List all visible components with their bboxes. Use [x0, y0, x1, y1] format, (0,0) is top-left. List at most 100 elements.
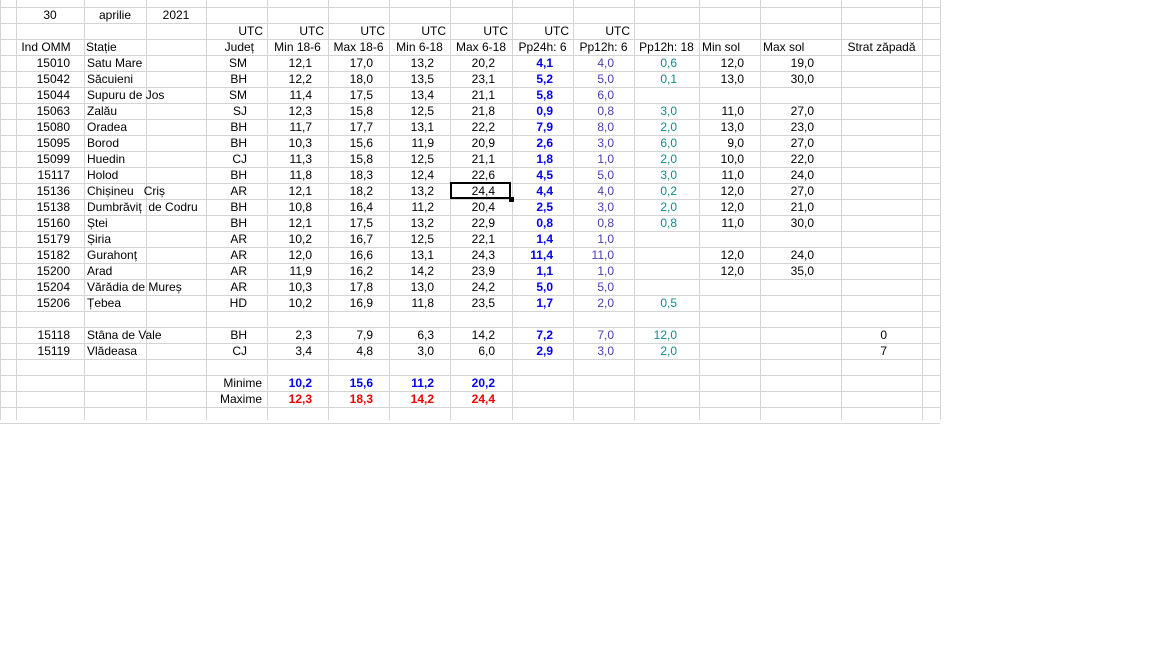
utc-label[interactable]: UTC	[512, 23, 569, 39]
table-cell[interactable]: Borod	[87, 135, 207, 151]
table-cell[interactable]: 13,4	[389, 87, 434, 103]
utc-label[interactable]: UTC	[450, 23, 508, 39]
utc-label[interactable]: UTC	[206, 23, 263, 39]
table-cell[interactable]: 10,2	[267, 231, 312, 247]
table-cell[interactable]: 14,2	[450, 327, 495, 343]
table-cell[interactable]: 23,1	[450, 71, 495, 87]
table-cell[interactable]: 5,0	[512, 279, 553, 295]
table-cell[interactable]: 13,1	[389, 247, 434, 263]
table-cell[interactable]: 0,6	[634, 55, 677, 71]
table-cell[interactable]: BH	[206, 71, 247, 87]
table-cell[interactable]: 0,8	[573, 103, 614, 119]
table-cell[interactable]: 7,9	[512, 119, 553, 135]
table-cell[interactable]: 15,6	[328, 135, 373, 151]
table-cell[interactable]: 4,0	[573, 55, 614, 71]
table-cell[interactable]: 15182	[16, 247, 70, 263]
minime-value[interactable]: 20,2	[450, 375, 495, 391]
table-cell[interactable]: 11,8	[389, 295, 434, 311]
minime-label[interactable]: Minime	[206, 375, 262, 391]
table-cell[interactable]: 12,0	[699, 55, 744, 71]
table-cell[interactable]: Vlădeasa	[87, 343, 207, 359]
table-cell[interactable]: BH	[206, 199, 247, 215]
table-cell[interactable]: 16,7	[328, 231, 373, 247]
table-cell[interactable]: BH	[206, 215, 247, 231]
column-header[interactable]: Ind OMM	[16, 39, 76, 55]
maxime-value[interactable]: 18,3	[328, 391, 373, 407]
table-cell[interactable]: 6,3	[389, 327, 434, 343]
table-cell[interactable]: 13,0	[699, 119, 744, 135]
table-cell[interactable]: 12,5	[389, 103, 434, 119]
table-cell[interactable]: 13,2	[389, 55, 434, 71]
table-cell[interactable]: 12,3	[267, 103, 312, 119]
table-cell[interactable]: 22,0	[760, 151, 814, 167]
table-cell[interactable]: 3,4	[267, 343, 312, 359]
maxime-value[interactable]: 24,4	[450, 391, 495, 407]
table-cell[interactable]: AR	[206, 279, 247, 295]
table-cell[interactable]: Huedin	[87, 151, 207, 167]
table-cell[interactable]: Țebea	[87, 295, 207, 311]
table-cell[interactable]: 15119	[16, 343, 70, 359]
table-cell[interactable]: 15117	[16, 167, 70, 183]
utc-label[interactable]: UTC	[573, 23, 630, 39]
table-cell[interactable]: 16,9	[328, 295, 373, 311]
table-cell[interactable]: 15,8	[328, 103, 373, 119]
table-cell[interactable]: 23,9	[450, 263, 495, 279]
table-cell[interactable]: Supuru de Jos	[87, 87, 207, 103]
table-cell[interactable]: 2,6	[512, 135, 553, 151]
column-header[interactable]: Pp12h: 18	[634, 39, 699, 55]
column-header[interactable]: Min sol	[702, 39, 763, 55]
table-cell[interactable]: 1,0	[573, 151, 614, 167]
table-cell[interactable]: 18,0	[328, 71, 373, 87]
table-cell[interactable]: Stâna de Vale	[87, 327, 207, 343]
utc-label[interactable]: UTC	[328, 23, 385, 39]
table-cell[interactable]: SM	[206, 55, 247, 71]
table-cell[interactable]: 6,0	[634, 135, 677, 151]
column-header[interactable]: Județ	[206, 39, 254, 55]
table-cell[interactable]: 24,2	[450, 279, 495, 295]
table-cell[interactable]: 0,2	[634, 183, 677, 199]
table-cell[interactable]: 2,9	[512, 343, 553, 359]
table-cell[interactable]: 12,0	[699, 263, 744, 279]
date-month[interactable]: aprilie	[84, 7, 146, 23]
table-cell[interactable]: 22,2	[450, 119, 495, 135]
table-cell[interactable]: 13,2	[389, 183, 434, 199]
table-cell[interactable]: Holod	[87, 167, 207, 183]
column-header[interactable]: Max 18-6	[328, 39, 389, 55]
table-cell[interactable]: 18,2	[328, 183, 373, 199]
table-cell[interactable]: 12,0	[267, 247, 312, 263]
table-cell[interactable]: 22,1	[450, 231, 495, 247]
table-cell[interactable]: 22,9	[450, 215, 495, 231]
table-cell[interactable]: 2,3	[267, 327, 312, 343]
table-cell[interactable]: 15204	[16, 279, 70, 295]
table-cell[interactable]: Vărădia de Mureș	[87, 279, 207, 295]
table-cell[interactable]: 20,4	[450, 199, 495, 215]
table-cell[interactable]: 13,5	[389, 71, 434, 87]
table-cell[interactable]: 3,0	[389, 343, 434, 359]
table-cell[interactable]: 15010	[16, 55, 70, 71]
table-cell[interactable]: 4,0	[573, 183, 614, 199]
table-cell[interactable]: 12,1	[267, 55, 312, 71]
table-cell[interactable]: 27,0	[760, 103, 814, 119]
minime-value[interactable]: 10,2	[267, 375, 312, 391]
table-cell[interactable]: 6,0	[573, 87, 614, 103]
date-day[interactable]: 30	[16, 7, 84, 23]
table-cell[interactable]: 5,0	[573, 71, 614, 87]
table-cell[interactable]: 0	[841, 327, 887, 343]
table-cell[interactable]: 24,0	[760, 247, 814, 263]
table-cell[interactable]: 35,0	[760, 263, 814, 279]
table-cell[interactable]: 0,8	[573, 215, 614, 231]
table-cell[interactable]: 0,9	[512, 103, 553, 119]
column-header[interactable]: Pp12h: 6	[573, 39, 634, 55]
table-cell[interactable]: 20,9	[450, 135, 495, 151]
table-cell[interactable]: 13,0	[389, 279, 434, 295]
table-cell[interactable]: 10,0	[699, 151, 744, 167]
table-cell[interactable]: 18,3	[328, 167, 373, 183]
minime-value[interactable]: 11,2	[389, 375, 434, 391]
table-cell[interactable]: 12,0	[699, 247, 744, 263]
table-cell[interactable]: 10,8	[267, 199, 312, 215]
table-cell[interactable]: CJ	[206, 151, 247, 167]
table-cell[interactable]: 7,0	[573, 327, 614, 343]
table-cell[interactable]: 13,0	[699, 71, 744, 87]
table-cell[interactable]: BH	[206, 167, 247, 183]
table-cell[interactable]: 17,5	[328, 215, 373, 231]
